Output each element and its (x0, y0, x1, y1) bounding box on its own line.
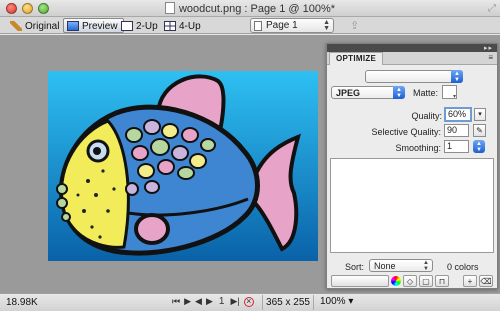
panel-collapse-icon[interactable]: ▸▸ (484, 44, 493, 52)
optimize-panel: ▸▸ OPTIMIZE ≡ ▲▼ JPEG ▲▼ Matte: Quality:… (326, 43, 498, 289)
chevron-down-icon: ▾ (348, 296, 354, 307)
cube-icon[interactable]: ◇ (403, 275, 417, 287)
play-icon[interactable]: ▶ (184, 296, 191, 307)
window-title: woodcut.png : Page 1 @ 100%* (178, 3, 336, 15)
next-page-icon[interactable]: ▶ (206, 296, 213, 307)
tab-preview-label: Preview (82, 20, 118, 32)
quality-label: Quality: (411, 111, 442, 121)
smoothing-input[interactable]: 1 (444, 140, 469, 153)
preset-select[interactable]: ▲ ▼ (365, 70, 463, 83)
sort-arrows-icon: ▲ ▼ (423, 260, 429, 272)
sort-value: None (374, 261, 396, 271)
transparent-icon[interactable]: ▢ (419, 275, 433, 287)
stop-icon[interactable]: × (243, 296, 254, 307)
page-select[interactable]: Page 1 ▲ ▼ (250, 18, 334, 33)
selective-quality-input[interactable]: 90 (444, 124, 469, 137)
preset-arrows-icon: ▲ ▼ (451, 70, 463, 83)
delete-color-icon[interactable]: ⌫ (479, 275, 493, 287)
format-arrows-icon: ▲ ▼ (393, 86, 405, 99)
select-arrows-icon: ▲ ▼ (323, 19, 330, 32)
export-icon[interactable]: ⇪ (350, 19, 359, 32)
fullscreen-arrows-icon[interactable]: ⤢ (488, 3, 496, 14)
matte-label: Matte: (413, 88, 439, 98)
quality-dropdown-button[interactable]: ▾ (474, 108, 486, 121)
view-toolbar: Original Preview 2-Up 4-Up Page 1 ▲ ▼ ⇪ (0, 17, 500, 34)
tab-original-label: Original (25, 20, 60, 32)
prev-page-icon[interactable]: ◀ (195, 296, 202, 307)
tab-2up-label: 2-Up (136, 20, 158, 32)
first-page-icon[interactable]: ⏮ (172, 296, 180, 307)
image-dimensions: 365 x 255 (262, 295, 314, 310)
color-action-bar (331, 275, 389, 287)
tab-4up-label: 4-Up (179, 20, 201, 32)
tab-2up[interactable]: 2-Up (117, 18, 164, 33)
page-icon (254, 20, 262, 31)
color-wheel-icon[interactable] (391, 276, 401, 286)
page-number: 1 (218, 296, 225, 307)
status-bar: 18.98K ⏮ ▶ ◀ ▶ 1 ▶| × 365 x 255 100% ▾ (0, 293, 500, 311)
woodcut-fish-image (48, 71, 318, 261)
color-table[interactable] (330, 158, 494, 253)
pencil-icon (10, 21, 22, 31)
tab-4up[interactable]: 4-Up (160, 18, 207, 33)
format-value: JPEG (336, 88, 361, 98)
sort-select[interactable]: None ▲ ▼ (369, 259, 433, 272)
tab-original[interactable]: Original (6, 18, 65, 33)
last-page-icon[interactable]: ▶| (230, 296, 239, 307)
tab-preview[interactable]: Preview (63, 18, 124, 33)
preview-icon (67, 21, 79, 31)
panel-grip[interactable]: ▸▸ (327, 44, 497, 52)
title-bar: woodcut.png : Page 1 @ 100%* ⤢ (0, 0, 500, 17)
sort-label: Sort: (345, 262, 365, 272)
format-select[interactable]: JPEG ▲ ▼ (331, 86, 405, 99)
color-tools: ◇ ▢ ⊓ (331, 275, 449, 287)
file-size: 18.98K (6, 297, 38, 308)
smoothing-stepper[interactable]: ▲ ▼ (473, 140, 485, 153)
window-title-wrap: woodcut.png : Page 1 @ 100%* (0, 2, 500, 15)
selective-quality-edit-icon[interactable]: ✎ (473, 124, 486, 137)
panel-menu-icon[interactable]: ≡ (488, 53, 493, 62)
tab-optimize[interactable]: OPTIMIZE (329, 52, 384, 65)
page-navigation: ⏮ ▶ ◀ ▶ 1 ▶| × (172, 296, 254, 307)
document-icon (164, 2, 175, 14)
two-up-icon (121, 21, 133, 31)
lock-icon[interactable]: ⊓ (435, 275, 449, 287)
quality-input[interactable]: 60% (444, 107, 472, 122)
selective-quality-label: Selective Quality: (371, 127, 441, 137)
four-up-icon (164, 21, 176, 31)
page-select-value: Page 1 (266, 20, 298, 31)
colors-count: 0 colors (447, 262, 479, 272)
matte-color-swatch[interactable] (442, 85, 457, 100)
zoom-value: 100% (320, 296, 346, 307)
color-edit-tools: + ⌫ (463, 275, 493, 287)
zoom-select[interactable]: 100% ▾ (320, 296, 353, 307)
preview-image (48, 71, 318, 261)
smoothing-label: Smoothing: (395, 143, 441, 153)
panel-tabrow: OPTIMIZE ≡ (327, 52, 497, 65)
new-color-icon[interactable]: + (463, 275, 477, 287)
